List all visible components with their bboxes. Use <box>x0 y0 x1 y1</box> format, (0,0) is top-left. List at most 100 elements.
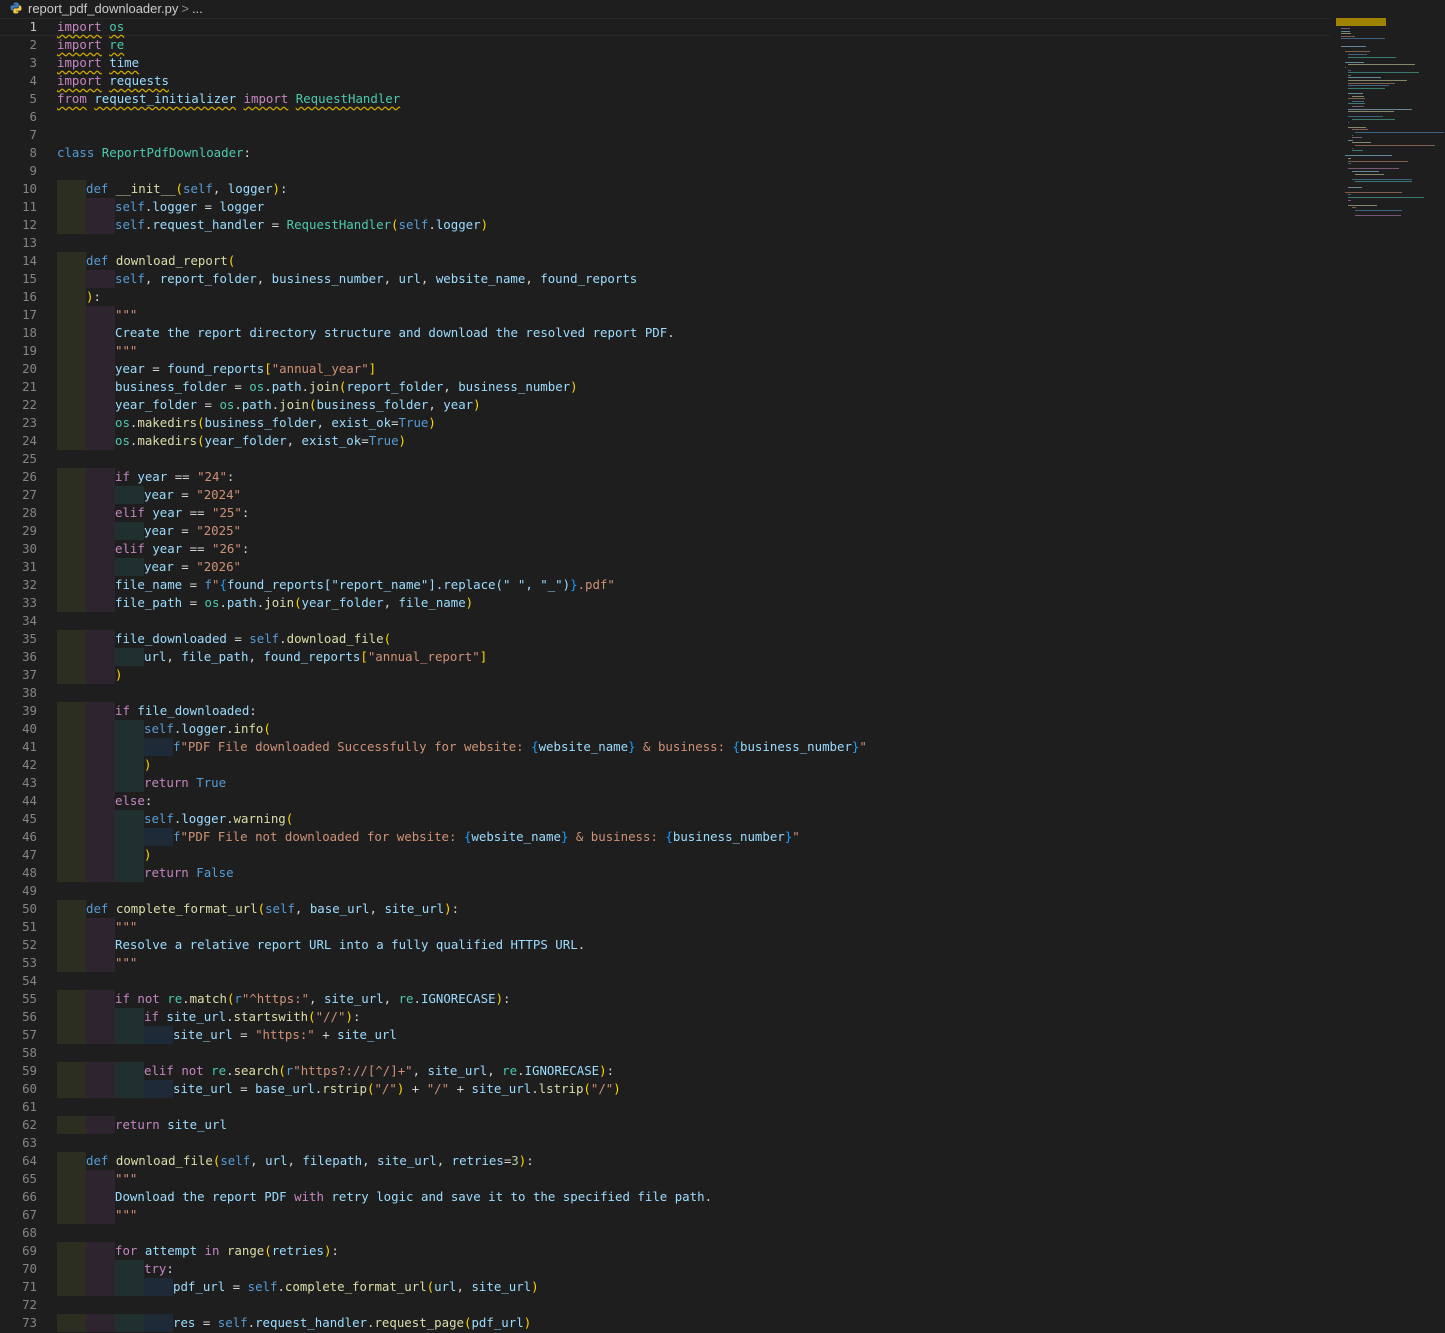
code-line[interactable]: 55 if not re.match(r"^https:", site_url, … <box>0 990 1330 1008</box>
line-number[interactable]: 37 <box>0 666 37 684</box>
line-number[interactable]: 40 <box>0 720 37 738</box>
line-number[interactable]: 66 <box>0 1188 37 1206</box>
line-number[interactable]: 71 <box>0 1278 37 1296</box>
code-line[interactable]: 14 def download_report( <box>0 252 1330 270</box>
line-number[interactable]: 4 <box>0 72 37 90</box>
code-line[interactable]: 40 self.logger.info( <box>0 720 1330 738</box>
code-line[interactable]: 18 Create the report directory structure … <box>0 324 1330 342</box>
code-line[interactable]: 48 return False <box>0 864 1330 882</box>
line-number[interactable]: 7 <box>0 126 37 144</box>
code-line[interactable]: 34 <box>0 612 1330 630</box>
code-line[interactable]: 5 from request_initializer import Request… <box>0 90 1330 108</box>
code-line[interactable]: 59 elif not re.search(r"https?://[^/]+", … <box>0 1062 1330 1080</box>
line-number[interactable]: 5 <box>0 90 37 108</box>
line-number[interactable]: 36 <box>0 648 37 666</box>
code-line[interactable]: 2 import re <box>0 36 1330 54</box>
code-text[interactable]: self.logger.warning( <box>144 810 293 828</box>
line-number[interactable]: 60 <box>0 1080 37 1098</box>
code-line[interactable]: 62 return site_url <box>0 1116 1330 1134</box>
code-line[interactable]: 41 f"PDF File downloaded Successfully for… <box>0 738 1330 756</box>
code-line[interactable]: 51 """ <box>0 918 1330 936</box>
code-line[interactable]: 69 for attempt in range(retries): <box>0 1242 1330 1260</box>
line-number[interactable]: 67 <box>0 1206 37 1224</box>
line-number[interactable]: 56 <box>0 1008 37 1026</box>
line-number[interactable]: 55 <box>0 990 37 1008</box>
line-number[interactable]: 23 <box>0 414 37 432</box>
code-line[interactable]: 61 <box>0 1098 1330 1116</box>
code-text[interactable]: if not re.match(r"^https:", site_url, re… <box>115 990 511 1008</box>
code-text[interactable]: ): <box>86 288 101 306</box>
code-text[interactable]: site_url = "https:" + site_url <box>173 1026 397 1044</box>
code-text[interactable]: f"PDF File downloaded Successfully for w… <box>173 738 867 756</box>
code-line[interactable]: 21 business_folder = os.path.join(report_… <box>0 378 1330 396</box>
code-line[interactable]: 22 year_folder = os.path.join(business_fo… <box>0 396 1330 414</box>
line-number[interactable]: 35 <box>0 630 37 648</box>
line-number[interactable]: 15 <box>0 270 37 288</box>
code-text[interactable]: """ <box>115 918 137 936</box>
code-line[interactable]: 60 site_url = base_url.rstrip("/") + "/" … <box>0 1080 1330 1098</box>
line-number[interactable]: 47 <box>0 846 37 864</box>
line-number[interactable]: 9 <box>0 162 37 180</box>
line-number[interactable]: 30 <box>0 540 37 558</box>
code-text[interactable]: business_folder = os.path.join(report_fo… <box>115 378 578 396</box>
code-line[interactable]: 13 <box>0 234 1330 252</box>
code-text[interactable]: year = "2024" <box>144 486 241 504</box>
code-line[interactable]: 47) <box>0 846 1330 864</box>
code-text[interactable]: f"PDF File not downloaded for website: {… <box>173 828 800 846</box>
line-number[interactable]: 48 <box>0 864 37 882</box>
code-text[interactable]: year = "2026" <box>144 558 241 576</box>
line-number[interactable]: 28 <box>0 504 37 522</box>
code-line[interactable]: 9 <box>0 162 1330 180</box>
line-number[interactable]: 44 <box>0 792 37 810</box>
line-number[interactable]: 16 <box>0 288 37 306</box>
code-text[interactable]: ) <box>144 756 151 774</box>
code-line[interactable]: 36 url, file_path, found_reports["annual_… <box>0 648 1330 666</box>
line-number[interactable]: 17 <box>0 306 37 324</box>
code-text[interactable]: url, file_path, found_reports["annual_re… <box>144 648 487 666</box>
code-line[interactable]: 56 if site_url.startswith("//"): <box>0 1008 1330 1026</box>
code-line[interactable]: 1 import os <box>0 18 1330 36</box>
line-number[interactable]: 11 <box>0 198 37 216</box>
code-line[interactable]: 39 if file_downloaded: <box>0 702 1330 720</box>
line-number[interactable]: 26 <box>0 468 37 486</box>
code-line[interactable]: 12 self.request_handler = RequestHandler(… <box>0 216 1330 234</box>
code-line[interactable]: 30 elif year == "26": <box>0 540 1330 558</box>
code-line[interactable]: 73 res = self.request_handler.request_pag… <box>0 1314 1330 1332</box>
line-number[interactable]: 53 <box>0 954 37 972</box>
code-text[interactable]: self.logger.info( <box>144 720 271 738</box>
code-line[interactable]: 53 """ <box>0 954 1330 972</box>
code-text[interactable]: """ <box>115 306 137 324</box>
code-line[interactable]: 46 f"PDF File not downloaded for website:… <box>0 828 1330 846</box>
line-number[interactable]: 72 <box>0 1296 37 1314</box>
code-text[interactable]: class ReportPdfDownloader: <box>57 144 251 162</box>
code-text[interactable]: if site_url.startswith("//"): <box>144 1008 360 1026</box>
line-number[interactable]: 12 <box>0 216 37 234</box>
code-line[interactable]: 7 <box>0 126 1330 144</box>
line-number[interactable]: 27 <box>0 486 37 504</box>
code-line[interactable]: 68 <box>0 1224 1330 1242</box>
code-line[interactable]: 29 year = "2025" <box>0 522 1330 540</box>
code-line[interactable]: 72 <box>0 1296 1330 1314</box>
code-text[interactable]: pdf_url = self.complete_format_url(url, … <box>173 1278 539 1296</box>
line-number[interactable]: 1 <box>0 19 37 35</box>
code-text[interactable]: file_downloaded = self.download_file( <box>115 630 391 648</box>
breadcrumb-path[interactable]: report_pdf_downloader.py >... <box>28 0 203 18</box>
code-text[interactable]: elif not re.search(r"https?://[^/]+", si… <box>144 1062 614 1080</box>
code-text[interactable]: site_url = base_url.rstrip("/") + "/" + … <box>173 1080 621 1098</box>
code-text[interactable]: res = self.request_handler.request_page(… <box>173 1314 531 1332</box>
code-line[interactable]: 44 else: <box>0 792 1330 810</box>
line-number[interactable]: 19 <box>0 342 37 360</box>
code-text[interactable]: self, report_folder, business_number, ur… <box>115 270 637 288</box>
line-number[interactable]: 52 <box>0 936 37 954</box>
minimap[interactable] <box>1333 18 1445 218</box>
code-line[interactable]: 24 os.makedirs(year_folder, exist_ok=True… <box>0 432 1330 450</box>
code-text[interactable]: Resolve a relative report URL into a ful… <box>115 936 585 954</box>
code-line[interactable]: 63 <box>0 1134 1330 1152</box>
code-line[interactable]: 42) <box>0 756 1330 774</box>
line-number[interactable]: 32 <box>0 576 37 594</box>
code-line[interactable]: 58 <box>0 1044 1330 1062</box>
line-number[interactable]: 13 <box>0 234 37 252</box>
code-text[interactable]: elif year == "26": <box>115 540 249 558</box>
code-line[interactable]: 4 import requests <box>0 72 1330 90</box>
code-text[interactable]: return False <box>144 864 234 882</box>
